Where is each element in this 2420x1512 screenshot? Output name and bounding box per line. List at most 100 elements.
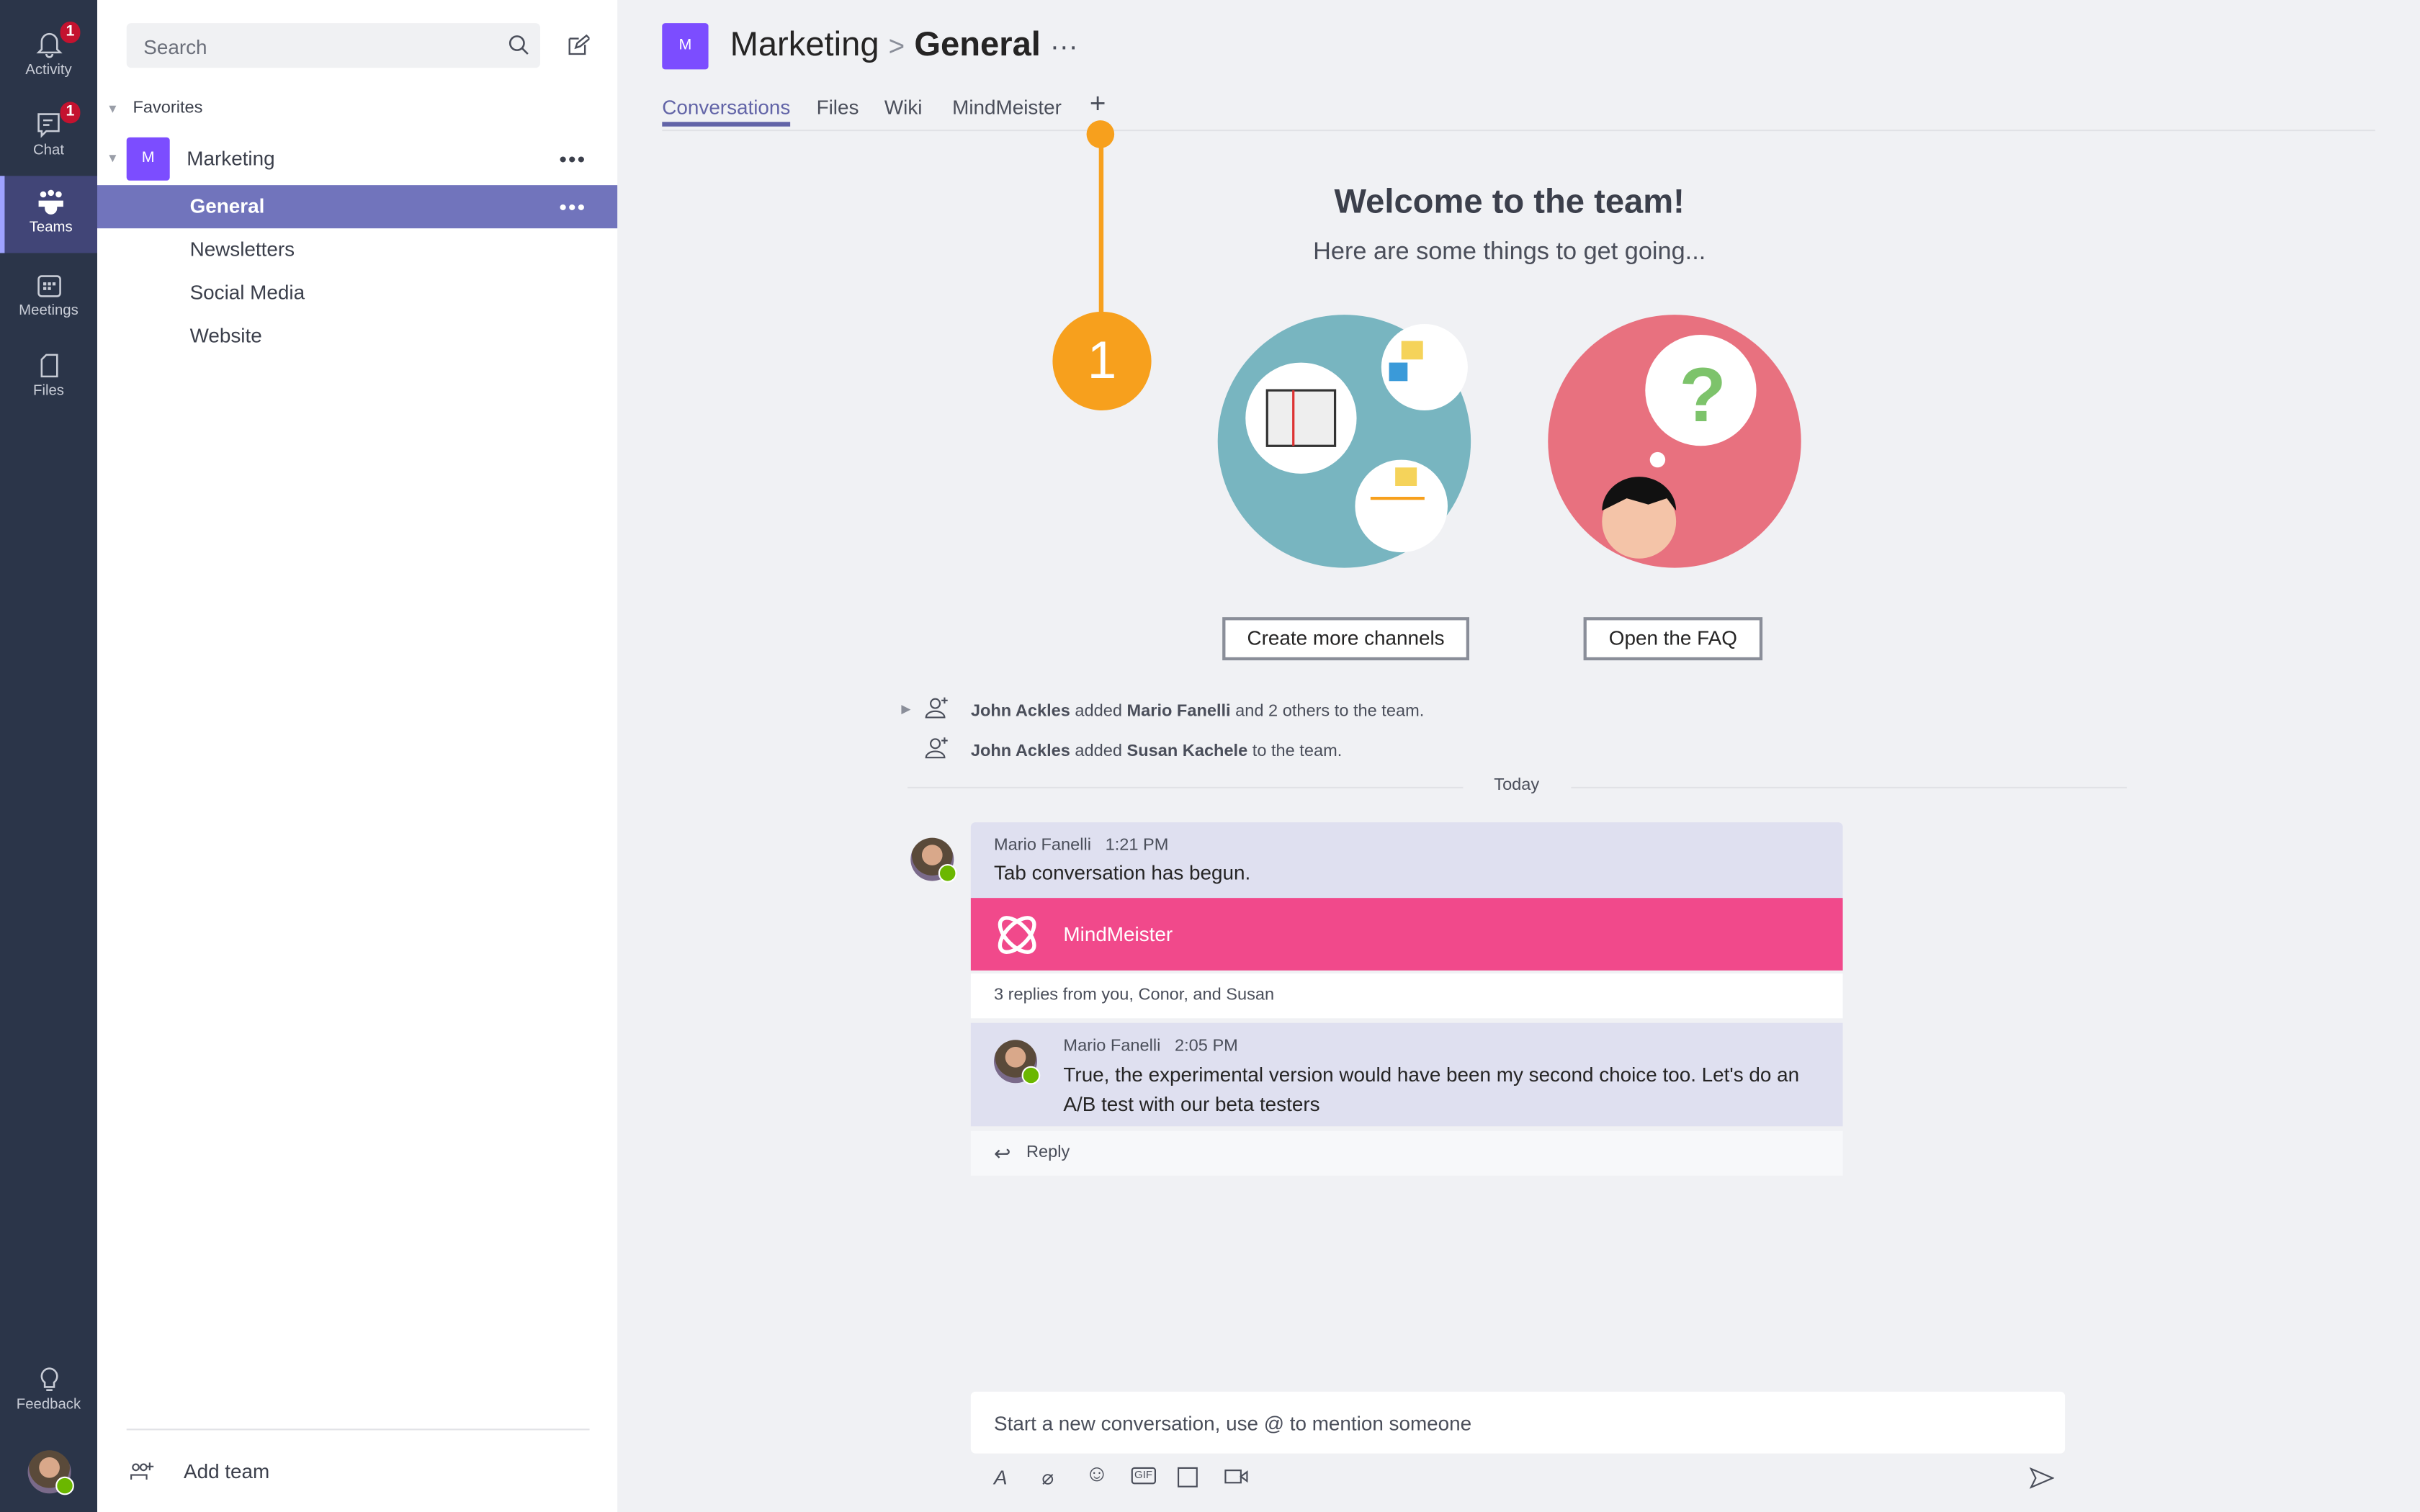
- add-member-icon: [925, 697, 948, 719]
- post-text: Tab conversation has begun.: [994, 860, 1251, 884]
- target: Susan Kachele: [1126, 742, 1248, 761]
- bell-icon: [35, 32, 62, 58]
- team-avatar: M: [662, 23, 709, 70]
- author-avatar[interactable]: [910, 837, 957, 883]
- tab-mindmeister[interactable]: MindMeister: [952, 96, 1062, 119]
- channel-name: General: [914, 24, 1041, 63]
- author-avatar[interactable]: [994, 1040, 1041, 1085]
- rail-label: Meetings: [19, 302, 79, 320]
- team-name[interactable]: Marketing: [730, 24, 879, 63]
- channel-label: Website: [189, 324, 262, 348]
- file-icon: [40, 354, 58, 378]
- team-name: Marketing: [187, 146, 275, 170]
- add-member-icon: [925, 737, 948, 759]
- actor: John Ackles: [970, 742, 1070, 761]
- channel-general[interactable]: General •••: [97, 185, 618, 229]
- compose-icon[interactable]: [568, 34, 590, 55]
- meet-now-icon[interactable]: [1224, 1466, 1248, 1488]
- favorites-header[interactable]: ▼ Favorites: [107, 99, 203, 117]
- add-team-button[interactable]: Add team: [97, 1450, 617, 1493]
- rail-files[interactable]: Files: [0, 339, 97, 416]
- app-name: MindMeister: [1063, 922, 1173, 946]
- replies-summary[interactable]: 3 replies from you, Conor, and Susan: [970, 973, 1843, 1019]
- user-avatar[interactable]: [27, 1450, 74, 1495]
- system-message: John Ackles added Mario Fanelli and 2 ot…: [971, 702, 1424, 721]
- channel-label: Social Media: [189, 281, 305, 305]
- system-message: John Ackles added Susan Kachele to the t…: [971, 742, 1342, 761]
- add-team-label: Add team: [183, 1459, 270, 1483]
- lightbulb-icon: [40, 1367, 58, 1391]
- reply-label: Reply: [1026, 1143, 1070, 1162]
- rail-label: Teams: [29, 219, 73, 236]
- channel-label: Newsletters: [189, 238, 295, 261]
- timestamp: 2:05 PM: [1175, 1037, 1238, 1056]
- faq-illustration: ?: [1548, 315, 1801, 568]
- author-name: Mario Fanelli: [994, 836, 1091, 855]
- send-icon[interactable]: [2029, 1467, 2055, 1489]
- chat-badge: 1: [60, 102, 81, 124]
- add-team-icon: [130, 1462, 154, 1480]
- reply-text: True, the experimental version would hav…: [1063, 1063, 1800, 1116]
- channels-illustration: [1217, 315, 1471, 568]
- rail-activity[interactable]: Activity 1: [0, 19, 97, 96]
- chat-icon: [37, 113, 59, 138]
- welcome-title: Welcome to the team!: [1334, 181, 1685, 221]
- timestamp: 1:21 PM: [1105, 836, 1169, 855]
- rail-teams[interactable]: Teams: [0, 176, 97, 253]
- rail-chat[interactable]: Chat 1: [0, 99, 97, 176]
- channel-website[interactable]: Website: [97, 315, 617, 358]
- calendar-icon: [37, 275, 60, 297]
- post-header: Mario Fanelli 1:21 PM Tab conversation h…: [970, 822, 1843, 899]
- sticker-icon[interactable]: [1178, 1467, 1198, 1488]
- reply-icon: ↩: [994, 1141, 1011, 1165]
- compose-placeholder: Start a new conversation, use @ to menti…: [994, 1411, 1472, 1435]
- rest: and 2 others to the team.: [1230, 701, 1425, 721]
- create-channels-button[interactable]: Create more channels: [1222, 617, 1469, 661]
- app-rail: Activity 1 Chat 1 Teams Meetings Files F…: [0, 0, 97, 1512]
- tab-files[interactable]: Files: [817, 96, 859, 119]
- verb: added: [1070, 742, 1127, 761]
- reply-button[interactable]: ↩ Reply: [970, 1130, 1843, 1176]
- rail-feedback[interactable]: Feedback: [0, 1353, 97, 1430]
- more-options-icon[interactable]: ···: [1050, 31, 1078, 62]
- rest: to the team.: [1247, 742, 1343, 761]
- tab-conversations[interactable]: Conversations: [662, 96, 791, 127]
- rail-label: Feedback: [16, 1396, 81, 1413]
- date-divider: Today: [1494, 775, 1540, 795]
- attach-icon[interactable]: ⌀: [1041, 1466, 1054, 1490]
- expand-icon[interactable]: ▶: [901, 702, 910, 716]
- tab-divider: [662, 130, 2375, 132]
- teams-panel: Search ▼ Favorites ▼ M Marketing ••• Gen…: [97, 0, 618, 1512]
- rail-label: Activity: [25, 61, 72, 79]
- search-icon[interactable]: [508, 34, 529, 55]
- more-options-icon[interactable]: •••: [559, 138, 586, 181]
- callout-badge: 1: [1052, 311, 1152, 410]
- format-icon[interactable]: A: [994, 1466, 1008, 1489]
- svg-text:?: ?: [1679, 351, 1726, 438]
- mindmeister-logo-icon: [998, 916, 1036, 954]
- rail-meetings[interactable]: Meetings: [0, 259, 97, 336]
- verb: added: [1070, 701, 1127, 721]
- author-name: Mario Fanelli: [1063, 1037, 1161, 1056]
- search-input[interactable]: Search: [126, 23, 540, 68]
- mindmeister-card[interactable]: MindMeister: [970, 898, 1843, 971]
- activity-badge: 1: [60, 22, 81, 43]
- channel-title: Marketing > General ···: [730, 24, 1078, 65]
- gif-icon[interactable]: GIF: [1131, 1467, 1156, 1485]
- favorites-label: Favorites: [133, 99, 203, 117]
- tab-wiki[interactable]: Wiki: [884, 96, 923, 119]
- welcome-subtitle: Here are some things to get going...: [1313, 239, 1706, 266]
- open-faq-button[interactable]: Open the FAQ: [1583, 617, 1763, 661]
- channel-view: M Marketing > General ··· Conversations …: [617, 0, 2420, 1512]
- channel-newsletters[interactable]: Newsletters: [97, 228, 617, 271]
- emoji-icon[interactable]: ☺: [1085, 1461, 1108, 1487]
- search-placeholder: Search: [143, 35, 207, 59]
- divider: [126, 1428, 590, 1431]
- team-marketing[interactable]: ▼ M Marketing •••: [97, 137, 617, 181]
- more-options-icon[interactable]: •••: [559, 185, 586, 228]
- add-tab-icon[interactable]: +: [1090, 88, 1106, 120]
- compose-input[interactable]: Start a new conversation, use @ to menti…: [970, 1391, 2066, 1454]
- team-avatar: M: [126, 137, 170, 181]
- channel-social-media[interactable]: Social Media: [97, 271, 617, 315]
- callout-line: [1098, 138, 1104, 317]
